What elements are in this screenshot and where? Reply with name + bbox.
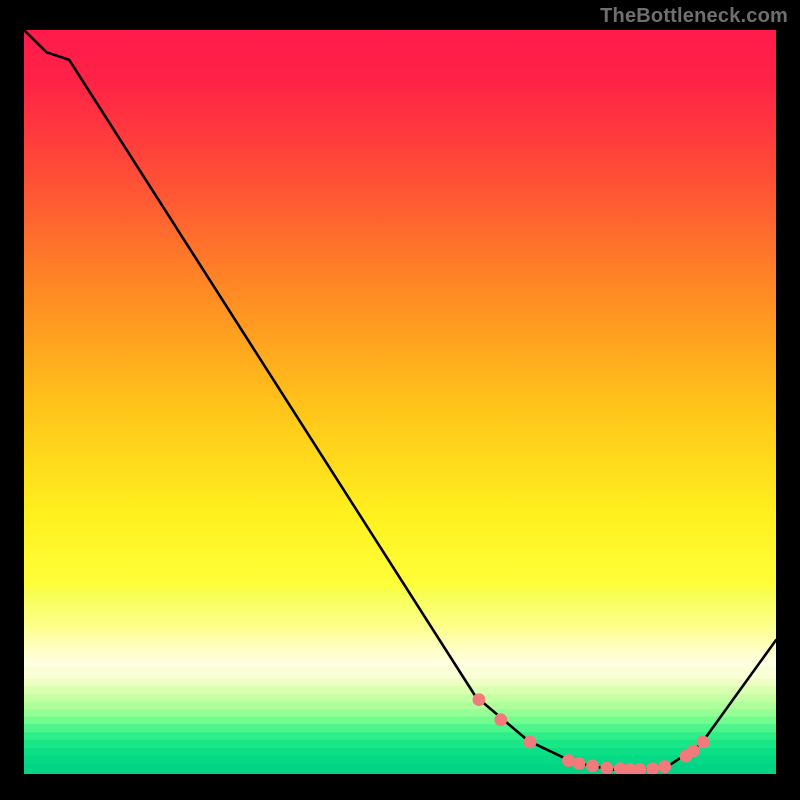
chart-plot — [24, 30, 776, 774]
green-band — [24, 666, 776, 679]
chart-stage: TheBottleneck.com — [0, 0, 800, 800]
green-band — [24, 686, 776, 695]
green-band — [24, 748, 776, 756]
highlight-dot — [697, 736, 710, 749]
highlight-dot — [473, 693, 486, 706]
highlight-dot — [494, 713, 507, 726]
green-band — [24, 724, 776, 733]
green-band — [24, 694, 776, 702]
highlight-dot — [586, 759, 599, 772]
green-band — [24, 702, 776, 710]
highlight-dot — [658, 760, 671, 773]
green-band — [24, 709, 776, 717]
highlight-dot — [524, 736, 537, 749]
green-band — [24, 732, 776, 740]
highlight-dot — [573, 757, 586, 770]
highlight-dot — [600, 762, 613, 774]
green-band — [24, 717, 776, 725]
green-band — [24, 679, 776, 687]
green-band — [24, 740, 776, 749]
watermark-text: TheBottleneck.com — [600, 6, 788, 26]
gradient-background — [24, 30, 776, 774]
chart-svg — [24, 30, 776, 774]
highlight-dot — [687, 745, 700, 758]
